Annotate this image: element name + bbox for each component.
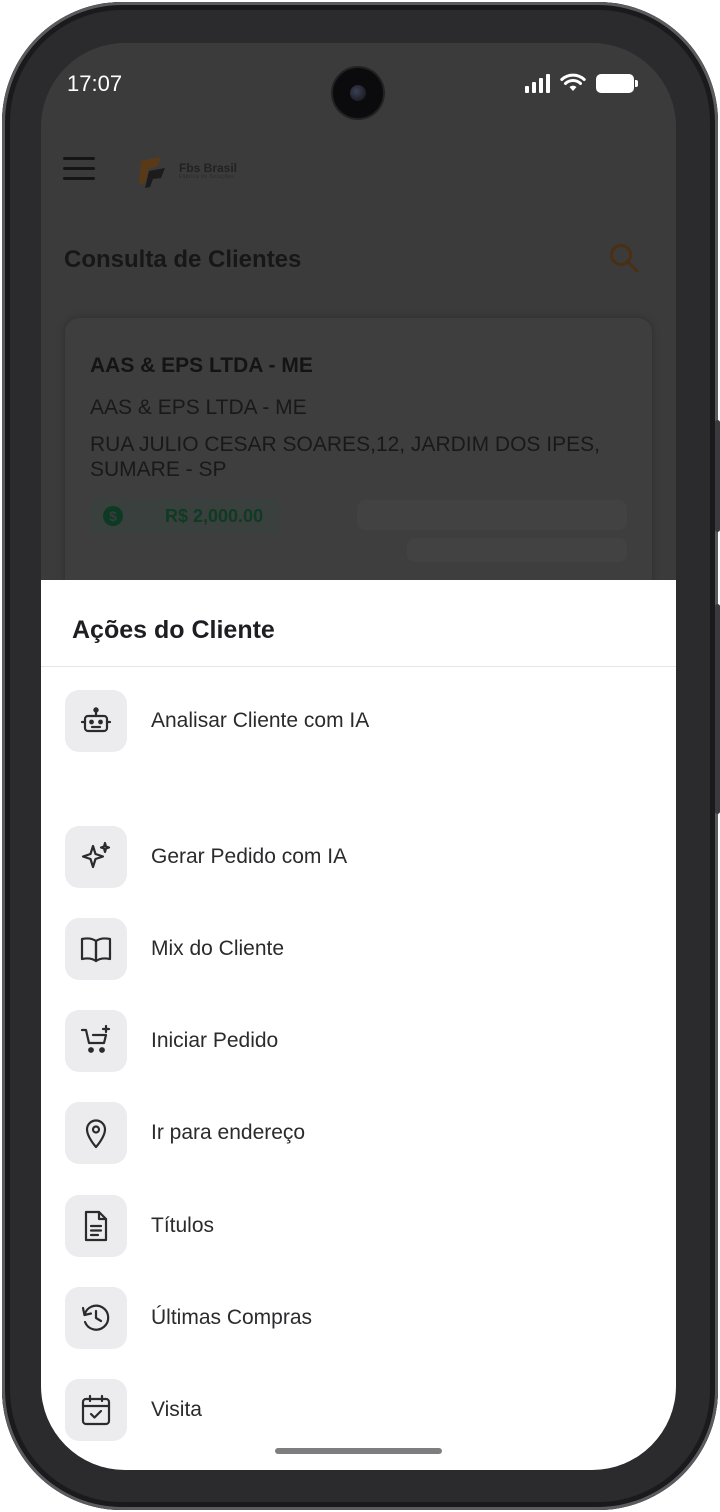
wifi-icon [560,73,586,91]
action-titulos[interactable]: Títulos [65,1194,655,1258]
dollar-icon: $ [103,506,123,526]
status-time: 17:07 [67,71,123,96]
status-icons [525,73,638,93]
action-visita[interactable]: Visita [65,1378,655,1442]
home-indicator[interactable] [275,1448,442,1454]
map-pin-icon [65,1102,127,1164]
action-label: Iniciar Pedido [151,1029,279,1052]
logo-text: Fbs Brasil [179,161,238,175]
cellular-signal-icon [525,73,550,93]
menu-icon[interactable] [63,157,95,181]
action-label: Analisar Cliente com IA [151,709,370,732]
action-label: Títulos [151,1214,215,1237]
page-title: Consulta de Clientes [64,246,302,273]
action-iniciar-pedido[interactable]: Iniciar Pedido [65,1009,655,1073]
credit-limit-badge: $ R$ 2,000.00 [90,498,280,534]
action-gerar-pedido-ia[interactable]: Gerar Pedido com IA [65,825,655,889]
front-camera [333,68,383,118]
sheet-title: Ações do Cliente [72,616,275,644]
sparkles-icon [65,826,127,888]
sheet-divider [41,666,676,667]
calendar-check-icon [65,1379,127,1441]
robot-icon [65,690,127,752]
history-icon [65,1287,127,1349]
action-label: Gerar Pedido com IA [151,845,348,868]
brand-logo: Fbs Brasil Fábrica de Soluções [135,151,237,191]
battery-icon [596,73,638,93]
document-icon [65,1195,127,1257]
action-ultimas-compras[interactable]: Últimas Compras [65,1286,655,1350]
search-icon[interactable] [607,241,641,275]
volume-button [715,604,720,814]
credit-limit-value: R$ 2,000.00 [165,505,264,526]
client-address: RUA JULIO CESAR SOARES,12, JARDIM DOS IP… [90,433,600,481]
action-label: Últimas Compras [151,1306,313,1329]
blurred-info-2 [407,538,627,562]
action-label: Mix do Cliente [151,937,285,960]
power-button [715,420,720,532]
cart-plus-icon [65,1010,127,1072]
client-razao-social: AAS & EPS LTDA - ME [90,354,313,377]
action-label: Ir para endereço [151,1121,306,1144]
screen: 17:07 Fbs Brasil Fábrica de Soluções Con… [41,43,676,1470]
client-nome-fantasia: AAS & EPS LTDA - ME [90,396,307,419]
client-card[interactable]: AAS & EPS LTDA - ME AAS & EPS LTDA - ME … [65,318,652,618]
client-actions-sheet: Ações do Cliente Analisar Cliente com IA [41,580,676,1470]
logo-mark-icon [139,157,165,188]
action-label: Visita [151,1398,202,1421]
action-analisar-cliente-ia[interactable]: Analisar Cliente com IA [65,689,655,753]
blurred-info-1 [357,500,627,530]
logo-subtitle: Fábrica de Soluções [179,174,235,180]
dimmed-app-background[interactable]: 17:07 Fbs Brasil Fábrica de Soluções Con… [41,43,676,618]
book-open-icon [65,918,127,980]
action-mix-do-cliente[interactable]: Mix do Cliente [65,917,655,981]
action-ir-para-endereco[interactable]: Ir para endereço [65,1101,655,1165]
